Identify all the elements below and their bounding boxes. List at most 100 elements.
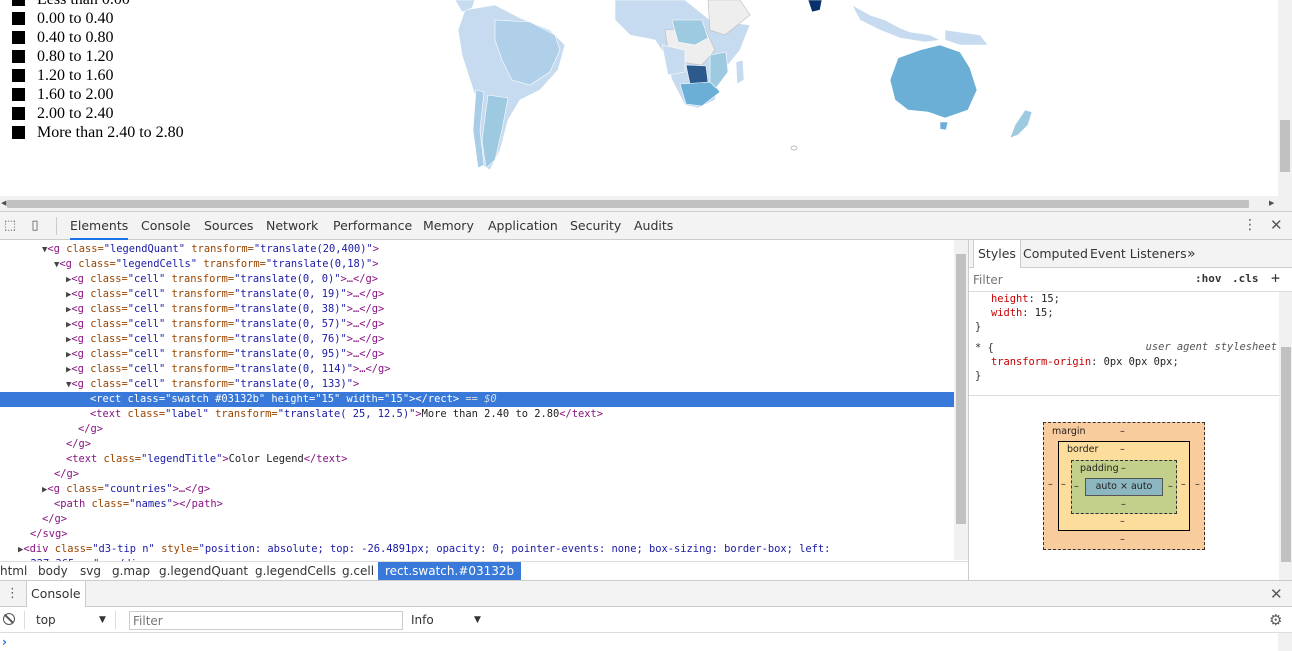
dom-node[interactable]: </g> bbox=[0, 422, 954, 437]
dom-node[interactable]: ▶<g class="cell" transform="translate(0,… bbox=[0, 287, 954, 302]
dom-node[interactable]: <text class="label" transform="translate… bbox=[0, 407, 954, 422]
box-model-value[interactable]: – bbox=[1181, 479, 1186, 490]
dom-node[interactable]: <text class="legendTitle">Color Legend</… bbox=[0, 452, 954, 467]
page-horizontal-scrollbar[interactable]: ◀ ▶ bbox=[0, 196, 1278, 211]
tab-console-drawer[interactable]: Console bbox=[26, 581, 86, 607]
map-se-asia-islands[interactable] bbox=[851, 4, 942, 43]
dom-node[interactable]: </g> bbox=[0, 512, 954, 527]
tab-console[interactable]: Console bbox=[141, 212, 191, 240]
box-model-value[interactable]: – bbox=[1048, 479, 1053, 490]
box-model-value[interactable]: – bbox=[1195, 479, 1200, 490]
css-selector[interactable]: * { bbox=[975, 341, 994, 355]
breadcrumb-item[interactable]: g.legendCells bbox=[255, 562, 336, 580]
box-model-value[interactable]: – bbox=[1120, 426, 1125, 437]
box-model-value[interactable]: – bbox=[1121, 463, 1126, 474]
tab-computed[interactable]: Computed bbox=[1023, 240, 1088, 268]
breadcrumb-item[interactable]: g.legendQuant bbox=[159, 562, 248, 580]
css-declaration[interactable]: height: 15; bbox=[991, 292, 1060, 306]
inspect-element-icon[interactable]: ⬚ bbox=[2, 218, 18, 234]
close-icon[interactable]: ✕ bbox=[1270, 216, 1283, 234]
scroll-left-arrow-icon[interactable]: ◀ bbox=[1, 199, 6, 207]
dom-node[interactable]: ▶<g class="cell" transform="translate(0,… bbox=[0, 347, 954, 362]
map-botswana[interactable] bbox=[685, 64, 709, 85]
dom-node[interactable]: ▶<g class="cell" transform="translate(0,… bbox=[0, 272, 954, 287]
breadcrumb-item[interactable]: g.cell bbox=[342, 562, 374, 580]
dom-node[interactable]: </g> bbox=[0, 437, 954, 452]
map-madagascar[interactable] bbox=[735, 59, 745, 85]
more-tabs-icon[interactable]: » bbox=[1187, 240, 1196, 268]
box-model-value[interactable]: – bbox=[1120, 534, 1125, 545]
scrollbar-thumb[interactable] bbox=[956, 254, 966, 524]
map-papua[interactable] bbox=[944, 29, 989, 46]
tab-network[interactable]: Network bbox=[266, 212, 318, 240]
box-model-value[interactable]: – bbox=[1120, 444, 1125, 455]
map-mozambique[interactable] bbox=[709, 51, 729, 89]
scrollbar-thumb[interactable] bbox=[7, 200, 1249, 208]
breadcrumb-item[interactable]: html bbox=[0, 562, 27, 580]
styles-scrollbar[interactable] bbox=[1279, 292, 1292, 582]
box-model-value[interactable]: – bbox=[1121, 499, 1126, 510]
dom-node-selected[interactable]: <rect class="swatch #03132b" height="15"… bbox=[0, 392, 954, 407]
tab-styles[interactable]: Styles bbox=[973, 240, 1021, 268]
breadcrumb-item[interactable]: g.map bbox=[112, 562, 150, 580]
dom-node[interactable]: ▶<g class="cell" transform="translate(0,… bbox=[0, 317, 954, 332]
box-model-value[interactable]: – bbox=[1168, 481, 1173, 492]
css-declaration[interactable]: transform-origin: 0px 0px 0px; bbox=[991, 355, 1179, 369]
close-drawer-icon[interactable]: ✕ bbox=[1270, 585, 1283, 603]
more-options-icon[interactable]: ⋮ bbox=[1243, 217, 1257, 233]
drawer-menu-icon[interactable]: ⋮ bbox=[6, 586, 19, 601]
map-tasmania[interactable] bbox=[939, 121, 949, 131]
box-model-value[interactable]: – bbox=[1061, 479, 1066, 490]
dom-node[interactable]: ▶<div class="d3-tip n" style="position: … bbox=[0, 542, 954, 557]
map-asia-dark[interactable] bbox=[807, 0, 823, 13]
dom-node[interactable]: </g> bbox=[0, 467, 954, 482]
tab-performance[interactable]: Performance bbox=[333, 212, 412, 240]
map-angola[interactable] bbox=[661, 44, 686, 76]
map-new-zealand[interactable] bbox=[1009, 109, 1033, 139]
dom-node[interactable]: ▼<g class="legendCells" transform="trans… bbox=[0, 257, 954, 272]
tab-elements[interactable]: Elements bbox=[70, 212, 129, 240]
log-level-select[interactable]: Info ▼ bbox=[404, 611, 488, 629]
dom-node[interactable]: ▶<g class="cell" transform="translate(0,… bbox=[0, 332, 954, 347]
css-declaration[interactable]: width: 15; bbox=[991, 306, 1054, 320]
dom-node[interactable]: ▶<g class="countries">…</g> bbox=[0, 482, 954, 497]
dom-node[interactable]: </svg> bbox=[0, 527, 954, 542]
legend-label: 0.40 to 0.80 bbox=[37, 28, 114, 46]
console-filter-input[interactable] bbox=[129, 611, 403, 630]
hover-state-button[interactable]: :hov bbox=[1195, 272, 1222, 285]
scrollbar-thumb[interactable] bbox=[1280, 120, 1290, 172]
device-toolbar-icon[interactable]: ▯ bbox=[27, 218, 43, 234]
context-select[interactable]: top ▼ bbox=[24, 611, 116, 629]
clear-console-icon[interactable] bbox=[3, 613, 15, 625]
box-model-value[interactable]: – bbox=[1074, 481, 1079, 492]
tab-application[interactable]: Application bbox=[488, 212, 558, 240]
dom-node[interactable]: ▶<g class="cell" transform="translate(0,… bbox=[0, 302, 954, 317]
box-model-content[interactable]: auto × auto bbox=[1085, 478, 1163, 496]
dom-node[interactable]: ▼<g class="cell" transform="translate(0,… bbox=[0, 377, 954, 392]
tab-event-listeners[interactable]: Event Listeners bbox=[1090, 240, 1187, 268]
legend-swatch bbox=[12, 88, 25, 101]
breadcrumb-item-active[interactable]: rect.swatch.#03132b bbox=[378, 562, 522, 580]
tab-security[interactable]: Security bbox=[570, 212, 621, 240]
css-rules: height: 15; width: 15; } * { user agent … bbox=[969, 292, 1279, 392]
tab-memory[interactable]: Memory bbox=[423, 212, 474, 240]
dom-node[interactable]: <path class="names"></path> bbox=[0, 497, 954, 512]
dom-node[interactable]: ▼<g class="legendQuant" transform="trans… bbox=[0, 242, 954, 257]
map-australia[interactable] bbox=[889, 44, 978, 119]
breadcrumb-item[interactable]: svg bbox=[80, 562, 101, 580]
page-vertical-scrollbar[interactable] bbox=[1278, 0, 1292, 211]
gear-icon[interactable]: ⚙ bbox=[1269, 611, 1282, 629]
tab-audits[interactable]: Audits bbox=[634, 212, 673, 240]
elements-scrollbar[interactable] bbox=[954, 240, 968, 560]
breadcrumb-item[interactable]: body bbox=[38, 562, 68, 580]
console-prompt[interactable]: › bbox=[2, 635, 7, 649]
new-rule-button[interactable]: + bbox=[1271, 269, 1280, 287]
scrollbar-thumb[interactable] bbox=[1281, 347, 1291, 562]
dom-node[interactable]: ▶<g class="cell" transform="translate(0,… bbox=[0, 362, 954, 377]
scroll-right-arrow-icon[interactable]: ▶ bbox=[1269, 199, 1274, 207]
styles-filter-input[interactable] bbox=[973, 272, 1173, 288]
console-scrollbar[interactable] bbox=[1278, 633, 1292, 651]
box-model-value[interactable]: – bbox=[1120, 516, 1125, 527]
class-toggle-button[interactable]: .cls bbox=[1232, 272, 1259, 285]
tab-sources[interactable]: Sources bbox=[204, 212, 253, 240]
